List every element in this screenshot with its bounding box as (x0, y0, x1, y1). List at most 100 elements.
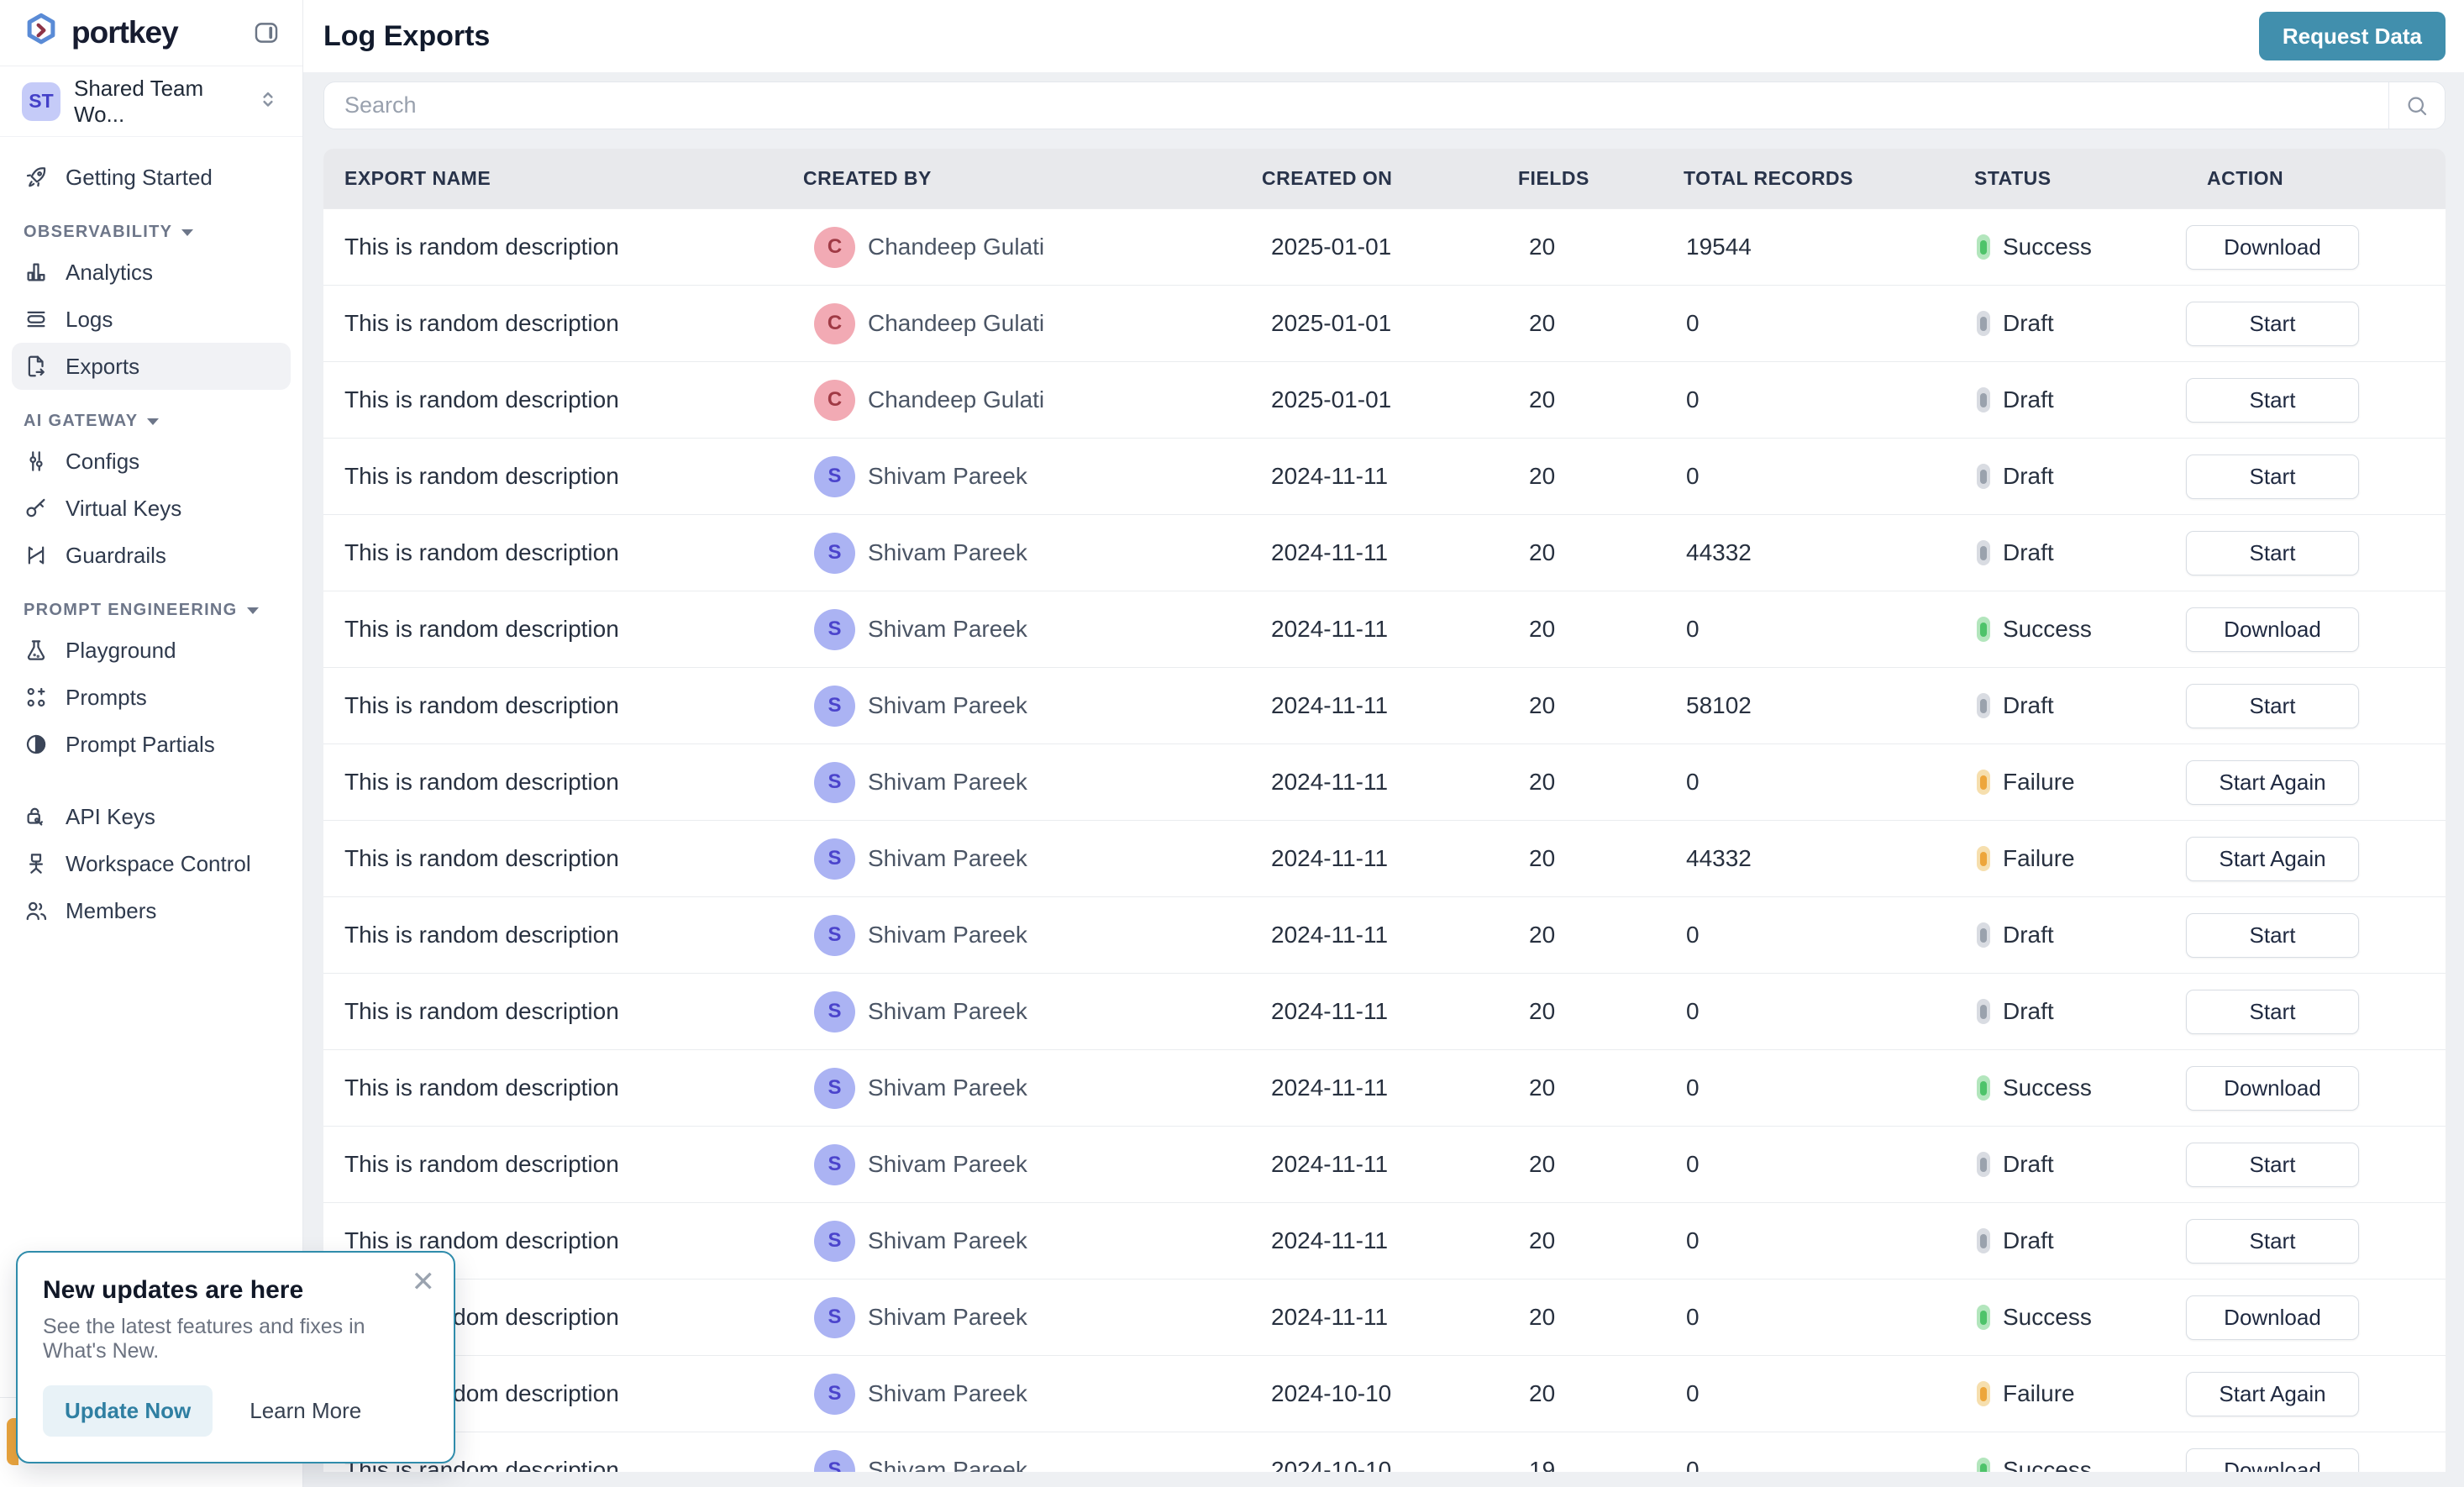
total-records-cell: 0 (1663, 1304, 1953, 1331)
action-cell: Start (2186, 990, 2444, 1034)
table-header-row: EXPORT NAME CREATED BY CREATED ON FIELDS… (323, 149, 2446, 208)
workspace-selector[interactable]: ST Shared Team Wo... (0, 66, 302, 137)
creator-name: Shivam Pareek (868, 1075, 1027, 1101)
action-button[interactable]: Start Again (2186, 760, 2359, 805)
section-observability[interactable]: OBSERVABILITY (24, 223, 291, 242)
export-name-cell: This is random description (323, 386, 782, 413)
creator-name: Shivam Pareek (868, 1457, 1027, 1472)
learn-more-button[interactable]: Learn More (250, 1398, 361, 1424)
total-records-cell: 0 (1663, 463, 1953, 490)
status-label: Success (2003, 1304, 2092, 1331)
action-button[interactable]: Start (2186, 378, 2359, 423)
sidebar-item-configs[interactable]: Configs (12, 438, 291, 485)
action-button[interactable]: Start Again (2186, 1372, 2359, 1416)
created-by-cell: C Chandeep Gulati (782, 380, 1241, 421)
sidebar-item-logs[interactable]: Logs (12, 296, 291, 343)
sidebar-item-guardrails[interactable]: Guardrails (12, 532, 291, 579)
caret-down-icon (181, 229, 193, 236)
chair-icon (24, 850, 50, 877)
created-on-cell: 2024-11-11 (1241, 616, 1497, 643)
action-button[interactable]: Start (2186, 1219, 2359, 1264)
created-on-cell: 2024-11-11 (1241, 539, 1497, 566)
popup-actions: Update Now Learn More (43, 1385, 428, 1437)
action-button[interactable]: Start Again (2186, 837, 2359, 881)
status-cell: Draft (1953, 1227, 2186, 1254)
action-button[interactable]: Start (2186, 913, 2359, 958)
sidebar-item-workspace-control[interactable]: Workspace Control (12, 840, 291, 887)
creator-name: Shivam Pareek (868, 922, 1027, 948)
created-by-cell: S Shivam Pareek (782, 838, 1241, 880)
created-on-cell: 2024-10-10 (1241, 1380, 1497, 1407)
section-ai-gateway[interactable]: AI GATEWAY (24, 412, 291, 431)
created-by-cell: S Shivam Pareek (782, 762, 1241, 803)
status-cell: Success (1953, 1457, 2186, 1472)
sidebar-item-analytics[interactable]: Analytics (12, 249, 291, 296)
action-button[interactable]: Download (2186, 1066, 2359, 1111)
action-cell: Download (2186, 1295, 2444, 1340)
sidebar-item-label: Guardrails (66, 543, 166, 569)
action-button[interactable]: Download (2186, 607, 2359, 652)
status-label: Success (2003, 234, 2092, 260)
section-prompt-engineering[interactable]: PROMPT ENGINEERING (24, 601, 291, 620)
sidebar-item-prompts[interactable]: Prompts (12, 674, 291, 721)
total-records-cell: 44332 (1663, 845, 1953, 872)
action-button[interactable]: Download (2186, 1295, 2359, 1340)
table-row: This is random description S Shivam Pare… (323, 438, 2446, 514)
sidebar-collapse-icon[interactable] (252, 18, 281, 47)
action-button[interactable]: Download (2186, 225, 2359, 270)
table-row: This is random description C Chandeep Gu… (323, 361, 2446, 438)
action-button[interactable]: Start (2186, 684, 2359, 728)
sidebar-item-exports[interactable]: Exports (12, 343, 291, 390)
action-button[interactable]: Start (2186, 1143, 2359, 1187)
total-records-cell: 0 (1663, 1227, 1953, 1254)
sidebar-item-prompt-partials[interactable]: Prompt Partials (12, 721, 291, 768)
status-label: Draft (2003, 998, 2054, 1025)
sidebar-item-label: Prompt Partials (66, 732, 215, 758)
action-button[interactable]: Start (2186, 531, 2359, 575)
total-records-cell: 0 (1663, 310, 1953, 337)
action-button[interactable]: Start (2186, 455, 2359, 499)
request-data-button[interactable]: Request Data (2259, 12, 2446, 60)
avatar: S (814, 1068, 855, 1109)
table-row: This is random description S Shivam Pare… (323, 514, 2446, 591)
action-cell: Start (2186, 378, 2444, 423)
action-cell: Download (2186, 607, 2444, 652)
action-button[interactable]: Start (2186, 990, 2359, 1034)
search-input[interactable] (324, 92, 2388, 118)
sidebar-item-playground[interactable]: Playground (12, 627, 291, 674)
avatar: S (814, 838, 855, 880)
update-now-button[interactable]: Update Now (43, 1385, 213, 1437)
chevron-up-down-icon (255, 87, 281, 116)
avatar: S (814, 1144, 855, 1185)
bar-chart-icon (24, 259, 50, 286)
status-cell: Draft (1953, 463, 2186, 490)
action-cell: Start Again (2186, 1372, 2444, 1416)
search-icon[interactable] (2389, 93, 2445, 118)
table-row: This is random description S Shivam Pare… (323, 820, 2446, 896)
action-cell: Start (2186, 684, 2444, 728)
status-indicator (1977, 387, 1990, 412)
status-indicator (1977, 922, 1990, 948)
sidebar-item-api-keys[interactable]: API Keys (12, 793, 291, 840)
action-button[interactable]: Start (2186, 302, 2359, 346)
topbar: Log Exports Request Data (303, 0, 2464, 72)
status-cell: Draft (1953, 922, 2186, 948)
sidebar-item-getting-started[interactable]: Getting Started (12, 154, 291, 201)
fields-cell: 20 (1497, 234, 1663, 260)
total-records-cell: 0 (1663, 386, 1953, 413)
status-cell: Failure (1953, 845, 2186, 872)
status-indicator (1977, 1152, 1990, 1177)
fields-cell: 20 (1497, 463, 1663, 490)
action-cell: Start (2186, 455, 2444, 499)
sidebar-item-virtual-keys[interactable]: Virtual Keys (12, 485, 291, 532)
sidebar-item-members[interactable]: Members (12, 887, 291, 934)
created-on-cell: 2025-01-01 (1241, 310, 1497, 337)
table-body: This is random description C Chandeep Gu… (323, 208, 2446, 1472)
fields-cell: 20 (1497, 1151, 1663, 1178)
action-button[interactable]: Download (2186, 1448, 2359, 1473)
avatar: S (814, 609, 855, 650)
table-row: This is random description S Shivam Pare… (323, 1202, 2446, 1279)
sliders-icon (24, 448, 50, 475)
workspace-avatar: ST (22, 82, 60, 121)
close-icon[interactable]: ✕ (412, 1268, 436, 1296)
